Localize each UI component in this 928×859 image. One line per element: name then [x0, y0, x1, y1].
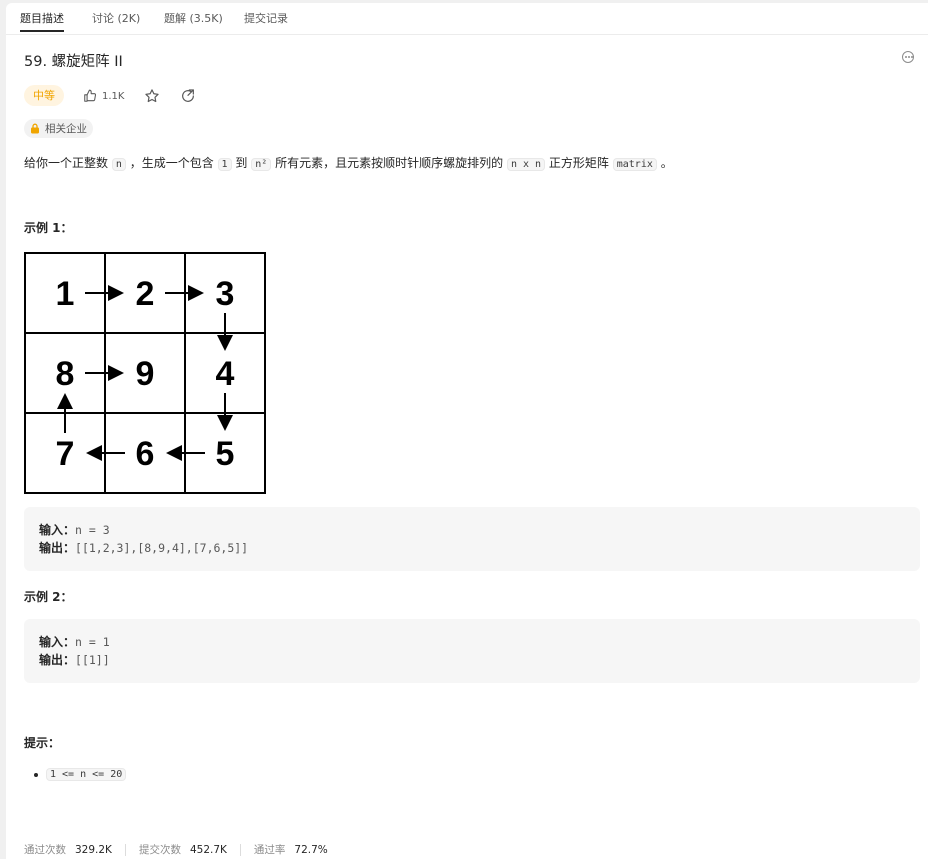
grid-cell: 2	[136, 275, 155, 313]
stat-divider	[124, 843, 126, 856]
input-label: 输入：	[39, 523, 76, 537]
hint-code: 1 <= n <= 20	[46, 768, 127, 781]
problem-panel: 题目描述 讨论 (2K) 题解 (3.5K) 提交记录 59. 螺旋矩阵 II …	[6, 3, 928, 859]
grid-cell: 8	[56, 355, 75, 393]
inline-code: matrix	[612, 158, 657, 171]
grid-cell: 9	[136, 355, 155, 393]
tab-discussion[interactable]: 讨论 (2K)	[92, 10, 140, 26]
inline-code: 1	[217, 158, 232, 171]
tab-submissions[interactable]: 提交记录	[244, 10, 288, 26]
desc-text: 到	[235, 156, 248, 170]
grid-cell: 3	[216, 275, 235, 313]
output-value: [[1]]	[75, 653, 110, 667]
example1-input-line: 输入：n = 3	[39, 521, 920, 539]
submissions-label: 提交次数	[138, 844, 181, 856]
example1-code-block: 输入：n = 3 输出：[[1,2,3],[8,9,4],[7,6,5]]	[24, 507, 920, 571]
example2-label: 示例 2：	[24, 590, 73, 604]
stat-divider	[239, 843, 241, 856]
accepted-label: 通过次数	[24, 844, 66, 856]
problem-title: 59. 螺旋矩阵 II	[24, 54, 123, 70]
example1-label: 示例 1：	[24, 221, 73, 235]
difficulty-badge: 中等	[24, 85, 64, 106]
grid-cell: 5	[216, 435, 235, 473]
spiral-matrix-diagram: 1 2 3 8 9 4 7 6 5	[24, 252, 266, 494]
more-icon[interactable]	[902, 51, 914, 63]
company-tag[interactable]: 相关企业	[24, 119, 93, 138]
desc-text: 正方形矩阵	[548, 156, 609, 170]
grid-cell: 7	[56, 435, 75, 473]
grid-cell: 6	[136, 435, 155, 473]
like-button[interactable]: 1.1K	[83, 87, 124, 105]
grid-cell: 1	[56, 275, 75, 313]
inline-code: n x n	[506, 158, 546, 171]
input-label: 输入：	[39, 635, 76, 649]
desc-text: 给你一个正整数	[24, 156, 109, 170]
submissions-value: 452.7K	[189, 843, 227, 856]
thumbs-up-icon	[84, 89, 97, 102]
hint-item: 1 <= n <= 20	[34, 768, 127, 781]
example1-output-line: 输出：[[1,2,3],[8,9,4],[7,6,5]]	[39, 539, 920, 557]
rate-label: 通过率	[253, 844, 286, 856]
input-value: n = 1	[75, 635, 110, 649]
desc-text: 所有元素，且元素按顺时针顺序螺旋排列的	[275, 156, 504, 170]
star-icon[interactable]	[144, 88, 160, 104]
output-value: [[1,2,3],[8,9,4],[7,6,5]]	[75, 541, 249, 555]
example2-output-line: 输出：[[1]]	[39, 651, 920, 669]
input-value: n = 3	[75, 523, 110, 537]
share-icon[interactable]	[180, 88, 196, 104]
output-label: 输出：	[39, 541, 76, 555]
rate-value: 72.7%	[294, 843, 328, 856]
inline-code: n²	[251, 158, 272, 171]
desc-text: 。	[660, 156, 673, 170]
desc-text: ，生成一个包含	[129, 156, 214, 170]
grid-cell: 4	[216, 355, 235, 393]
tab-bar: 题目描述 讨论 (2K) 题解 (3.5K) 提交记录	[6, 3, 928, 35]
bullet	[34, 772, 38, 777]
hints-label: 提示：	[24, 736, 61, 750]
example2-code-block: 输入：n = 1 输出：[[1]]	[24, 619, 920, 683]
stats-bar: 通过次数 329.2K 提交次数 452.7K 通过率 72.7%	[24, 842, 328, 857]
accepted-value: 329.2K	[75, 843, 112, 856]
tab-description[interactable]: 题目描述	[20, 10, 64, 32]
company-tag-label: 相关企业	[45, 123, 87, 135]
example2-input-line: 输入：n = 1	[39, 633, 920, 651]
tab-solutions[interactable]: 题解 (3.5K)	[164, 10, 223, 26]
lock-icon	[31, 123, 39, 134]
like-count: 1.1K	[102, 90, 125, 102]
output-label: 输出：	[39, 653, 76, 667]
inline-code: n	[111, 158, 126, 171]
problem-description: 给你一个正整数 n ，生成一个包含 1 到 n² 所有元素，且元素按顺时针顺序螺…	[24, 154, 673, 174]
